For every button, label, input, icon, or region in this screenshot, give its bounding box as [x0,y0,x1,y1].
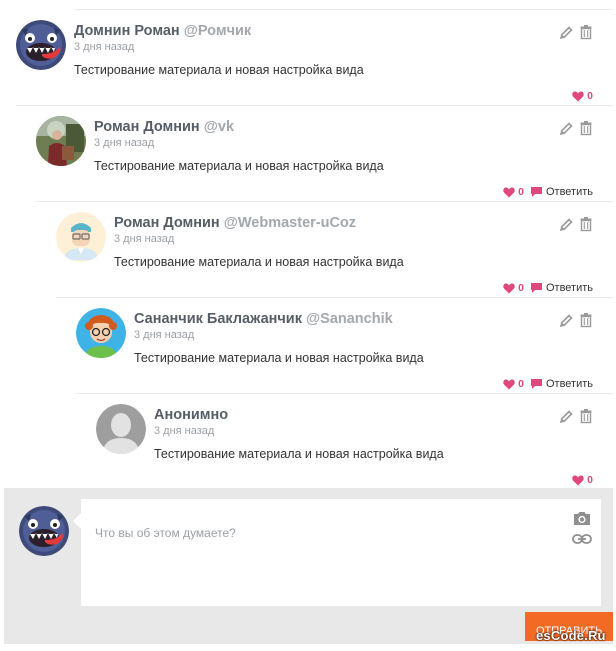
reply-label: Ответить [545,282,593,294]
comment-textarea[interactable]: Что вы об этом думаете? [73,499,601,606]
like-button[interactable]: 0 [572,474,593,486]
comment-header: Роман Домнин @vk [94,119,234,135]
author-name[interactable]: Роман Домнин [114,215,220,231]
comment-placeholder: Что вы об этом думаете? [95,526,236,540]
comment-time: 3 дня назад [114,233,175,245]
avatar-webmaster[interactable] [56,212,106,262]
like-count: 0 [587,474,593,486]
heart-icon [572,91,584,101]
author-name[interactable]: Анонимно [154,407,228,423]
comment-text: Тестирование материала и новая настройка… [114,255,404,269]
like-count: 0 [518,282,524,294]
like-button[interactable]: 0 [503,378,524,390]
author-name[interactable]: Роман Домнин [94,119,200,135]
reply-button[interactable]: Ответить [530,282,593,294]
comment-tools [559,120,593,136]
comment-text: Тестирование материала и новая настройка… [94,159,384,173]
comment-actions: 0 Ответить [503,281,593,295]
comment-text: Тестирование материала и новая настройка… [134,351,424,365]
comment-composer: Что вы об этом думаете? [4,488,613,644]
trash-icon[interactable] [579,312,593,328]
comment-time: 3 дня назад [154,425,215,437]
comment-time: 3 дня назад [134,329,195,341]
pencil-icon[interactable] [559,408,573,424]
comment-time: 3 дня назад [94,137,155,149]
avatar-current-user [19,506,69,556]
watermark-text: esCode.Ru [536,628,606,643]
comment-item: Домнин Роман @Ромчик 3 дня назад Тестиро… [16,10,613,106]
reply-label: Ответить [545,378,593,390]
comment-item: Роман Домнин @vk 3 дня назад Тестировани… [36,106,613,202]
comment-item: Анонимно 3 дня назад Тестирование матери… [96,394,613,488]
comment-item: Сананчик Баклажанчик @Sananchik 3 дня на… [76,298,613,394]
author-handle[interactable]: @Sananchik [306,311,393,327]
avatar-anonymous[interactable] [96,404,146,454]
comment-tools [559,24,593,40]
heart-icon [503,283,515,293]
trash-icon[interactable] [579,24,593,40]
trash-icon[interactable] [579,120,593,136]
like-count: 0 [518,378,524,390]
comment-item: Роман Домнин @Webmaster-uCoz 3 дня назад… [56,202,613,298]
like-button[interactable]: 0 [572,90,593,102]
author-handle[interactable]: @Webmaster-uCoz [224,215,356,231]
avatar-monster[interactable] [16,20,66,70]
reply-button[interactable]: Ответить [530,378,593,390]
comment-header: Домнин Роман @Ромчик [74,23,251,39]
pencil-icon[interactable] [559,312,573,328]
like-count: 0 [587,90,593,102]
comment-text: Тестирование материала и новая настройка… [74,63,364,77]
author-name[interactable]: Сананчик Баклажанчик [134,311,302,327]
reply-button[interactable]: Ответить [530,186,593,198]
like-button[interactable]: 0 [503,282,524,294]
camera-icon[interactable] [573,510,591,526]
comment-header: Роман Домнин @Webmaster-uCoz [114,215,356,231]
like-button[interactable]: 0 [503,186,524,198]
heart-icon [572,475,584,485]
comment-time: 3 дня назад [74,41,135,53]
heart-icon [503,187,515,197]
speech-bubble-icon [530,187,542,197]
comment-tools [559,312,593,328]
reply-label: Ответить [545,186,593,198]
author-handle[interactable]: @vk [204,119,234,135]
trash-icon[interactable] [579,216,593,232]
pencil-icon[interactable] [559,216,573,232]
pencil-icon[interactable] [559,120,573,136]
comment-actions: 0 Ответить [503,185,593,199]
comment-actions: 0 [572,89,593,103]
pencil-icon[interactable] [559,24,573,40]
avatar-photo[interactable] [36,116,86,166]
comment-tools [559,216,593,232]
comment-actions: 0 Ответить [503,377,593,391]
speech-bubble-icon [530,283,542,293]
heart-icon [503,379,515,389]
trash-icon[interactable] [579,408,593,424]
author-name[interactable]: Домнин Роман [74,23,180,39]
link-icon[interactable] [572,532,592,544]
comment-actions: 0 [572,473,593,487]
speech-bubble-icon [530,379,542,389]
comment-tools [559,408,593,424]
avatar-redhead[interactable] [76,308,126,358]
comment-text: Тестирование материала и новая настройка… [154,447,444,461]
comment-header: Анонимно [154,407,228,423]
author-handle[interactable]: @Ромчик [184,23,251,39]
comment-header: Сананчик Баклажанчик @Sananchik [134,311,393,327]
like-count: 0 [518,186,524,198]
